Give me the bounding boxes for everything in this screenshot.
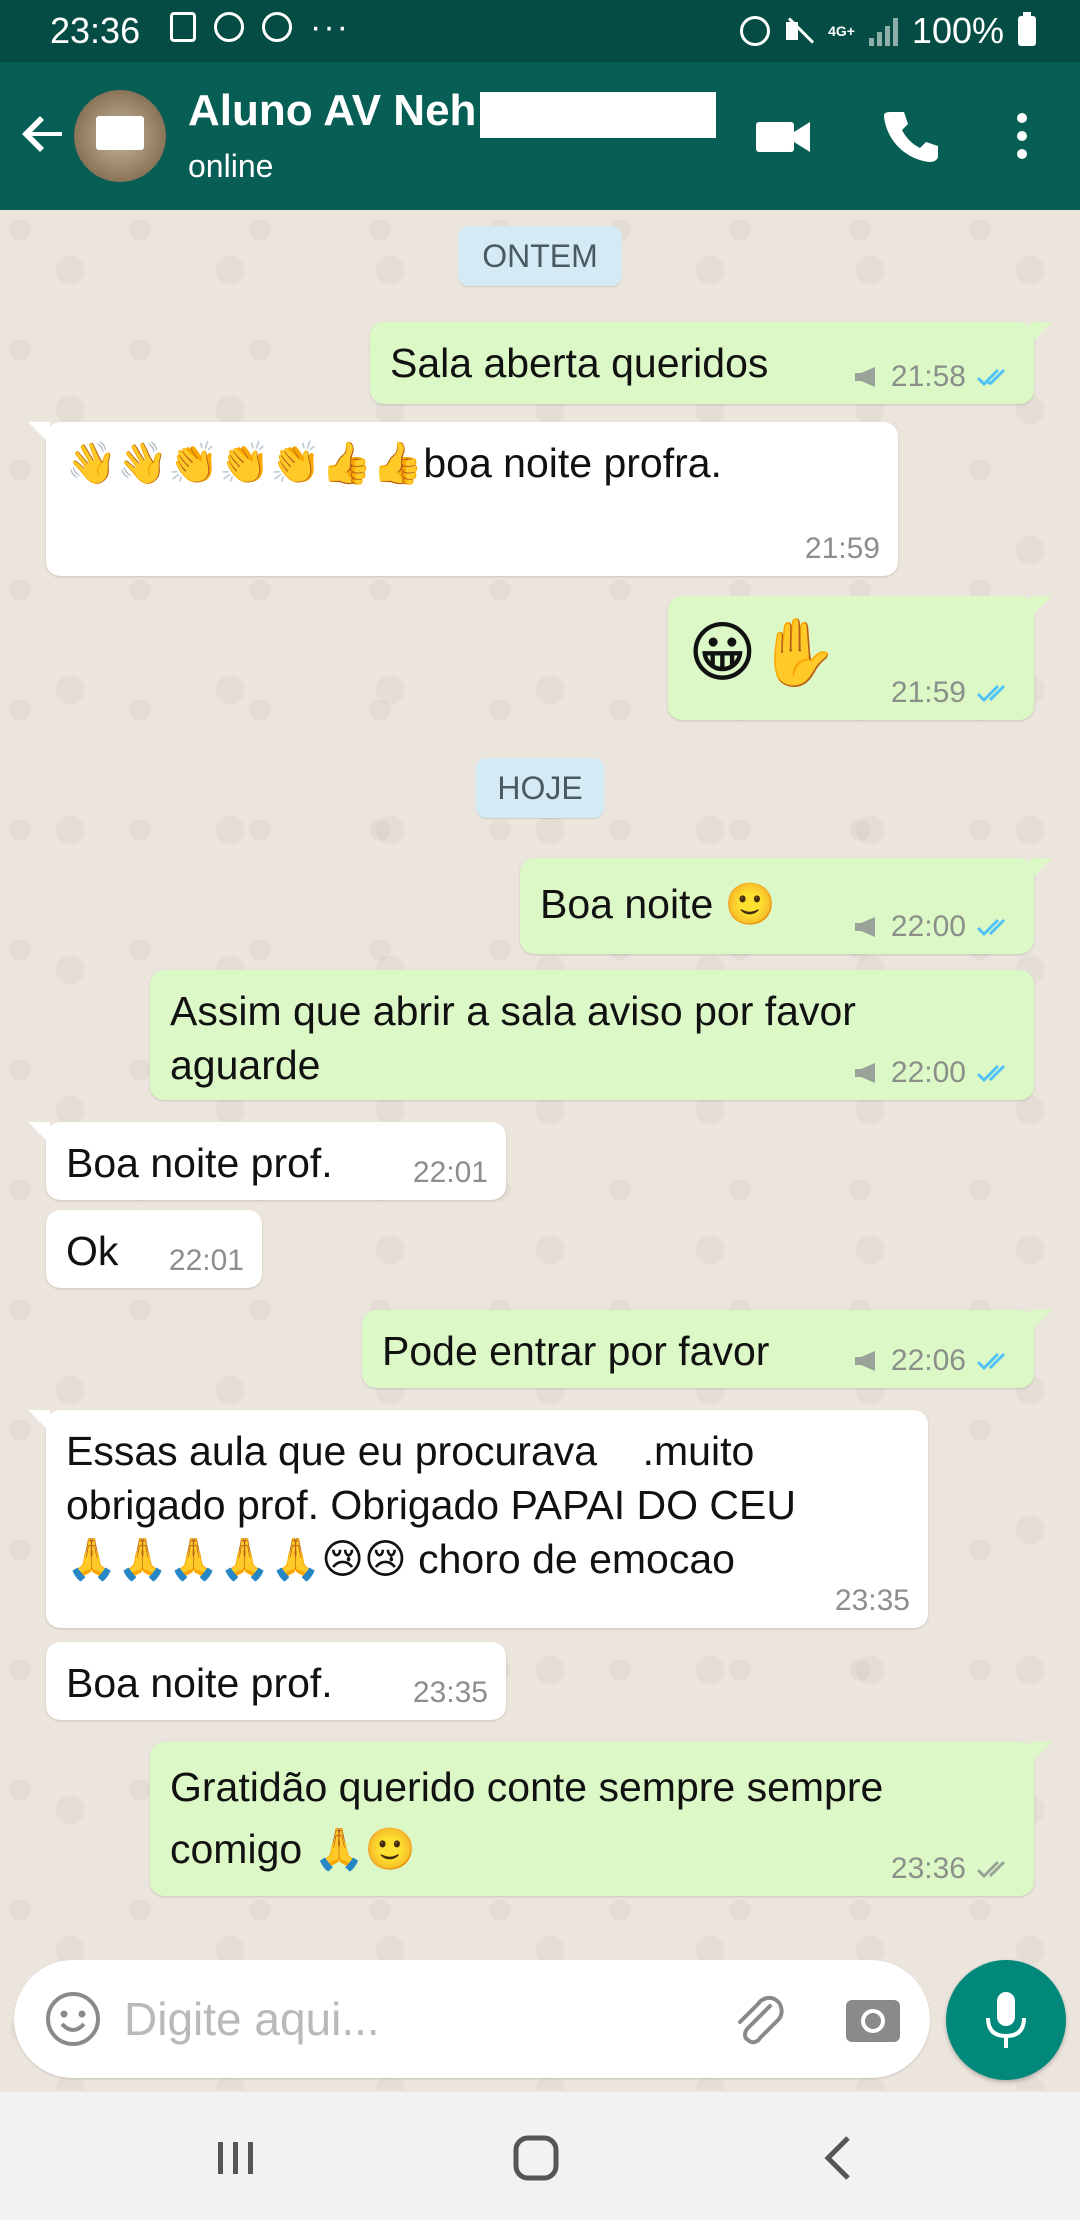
message-time: 23:36 [890, 1852, 966, 1885]
mic-icon [986, 1992, 1026, 2048]
phone-icon[interactable] [876, 102, 944, 170]
message-input[interactable] [124, 1960, 684, 2078]
message-incoming[interactable]: Ok 22:01 [46, 1210, 262, 1288]
more-vert-icon[interactable] [992, 102, 1052, 170]
bubble-tail [28, 422, 50, 444]
message-meta: 23:36 [891, 1852, 1016, 1886]
attach-icon[interactable] [724, 1984, 794, 2054]
message-meta: 22:00 [853, 910, 1016, 944]
mic-button[interactable] [946, 1960, 1066, 2080]
date-chip-yesterday: ONTEM [458, 226, 622, 286]
date-chip-today: HOJE [476, 758, 604, 818]
message-composer [14, 1960, 930, 2078]
network-type: 4G+ [828, 23, 855, 39]
status-system-icons: 4G+ 100% [740, 10, 1036, 52]
message-meta: 23:35 [413, 1676, 488, 1710]
message-time: 22:06 [890, 1344, 966, 1377]
read-ticks-icon [976, 368, 1006, 387]
broadcast-icon [854, 367, 875, 387]
message-time: 23:35 [834, 1584, 910, 1617]
bubble-tail [28, 1410, 50, 1432]
bubble-tail [1030, 858, 1052, 880]
home-icon[interactable] [506, 2128, 566, 2188]
delivered-ticks-icon [976, 1860, 1006, 1879]
contact-status: online [188, 148, 274, 184]
broadcast-icon [854, 1351, 875, 1371]
battery-percent: 100% [911, 10, 1004, 51]
message-meta: 22:00 [853, 1056, 1016, 1090]
message-meta: 22:06 [853, 1344, 1016, 1378]
battery-icon [1018, 12, 1036, 46]
message-meta: 21:59 [891, 676, 1016, 710]
message-outgoing[interactable]: Pode entrar por favor 22:06 [362, 1310, 1052, 1388]
message-incoming[interactable]: Essas aula que eu procurava .muito obrig… [28, 1410, 928, 1628]
bubble-tail [1030, 596, 1052, 618]
alarm-icon [740, 16, 771, 46]
message-time: 22:00 [890, 910, 966, 943]
emoji-icon[interactable] [38, 1984, 108, 2054]
message-meta: 21:59 [805, 532, 880, 566]
bubble-tail [1030, 1742, 1052, 1764]
name-redaction [480, 92, 716, 138]
camera-icon[interactable] [838, 1984, 908, 2054]
video-call-icon[interactable] [750, 102, 818, 170]
message-meta: 22:01 [413, 1156, 488, 1190]
read-ticks-icon [976, 918, 1006, 937]
bubble-tail [1030, 322, 1052, 344]
back-arrow-icon[interactable] [16, 106, 72, 162]
message-meta: 21:58 [853, 360, 1016, 394]
message-time: 21:58 [890, 360, 966, 393]
message-time: 22:01 [168, 1244, 244, 1277]
bubble-tail [28, 1122, 50, 1144]
status-time: 23:36 [50, 10, 141, 51]
message-meta: 22:01 [169, 1244, 244, 1278]
read-ticks-icon [976, 1352, 1006, 1371]
broadcast-icon [854, 917, 875, 937]
signal-app-icon [262, 12, 292, 42]
contact-name[interactable]: Aluno AV Neh [188, 86, 476, 136]
message-incoming[interactable]: 👋👋👏👏👏👍👍boa noite profra. 21:59 [28, 422, 898, 576]
message-text: Essas aula que eu procurava .muito obrig… [66, 1428, 796, 1582]
message-incoming[interactable]: Boa noite prof. 22:01 [28, 1122, 506, 1200]
message-time: 22:01 [412, 1156, 488, 1189]
message-text: 👋👋👏👏👏👍👍boa noite profra. [66, 440, 722, 486]
read-ticks-icon [976, 684, 1006, 703]
status-notification-icons: ··· [170, 8, 350, 46]
message-time: 21:59 [890, 676, 966, 709]
recent-apps-icon[interactable] [206, 2128, 266, 2188]
bubble-tail [1030, 1310, 1052, 1332]
message-time: 22:00 [890, 1056, 966, 1089]
message-outgoing[interactable]: Sala aberta queridos 21:58 [370, 322, 1052, 404]
message-time: 23:35 [412, 1676, 488, 1709]
sim-icon [170, 12, 196, 42]
back-nav-icon[interactable] [810, 2128, 870, 2188]
avatar[interactable] [74, 90, 166, 182]
chat-header: Aluno AV Neh online [0, 62, 1080, 210]
message-outgoing[interactable]: Boa noite 🙂 22:00 [520, 858, 1052, 954]
message-outgoing[interactable]: 😀✋ 21:59 [668, 596, 1052, 720]
message-time: 21:59 [804, 532, 880, 565]
message-outgoing[interactable]: Assim que abrir a sala aviso por favor a… [150, 970, 1034, 1100]
more-notifications-icon: ··· [310, 8, 350, 46]
mute-icon [784, 16, 814, 46]
read-ticks-icon [976, 1064, 1006, 1083]
status-bar: 23:36 ··· 4G+ 100% [0, 0, 1080, 62]
system-nav-bar [0, 2092, 1080, 2220]
avatar-redaction [96, 116, 144, 150]
signal-strength-icon [868, 16, 898, 46]
chat-area[interactable]: ONTEM Sala aberta queridos 21:58 👋👋👏👏👏👍👍… [0, 210, 1080, 2090]
message-incoming[interactable]: Boa noite prof. 23:35 [46, 1642, 506, 1720]
globe-icon [214, 12, 244, 42]
broadcast-icon [854, 1063, 875, 1083]
message-text: Gratidão querido conte sempre sempre com… [170, 1764, 884, 1872]
message-outgoing[interactable]: Gratidão querido conte sempre sempre com… [150, 1742, 1052, 1896]
message-meta: 23:35 [835, 1584, 910, 1618]
